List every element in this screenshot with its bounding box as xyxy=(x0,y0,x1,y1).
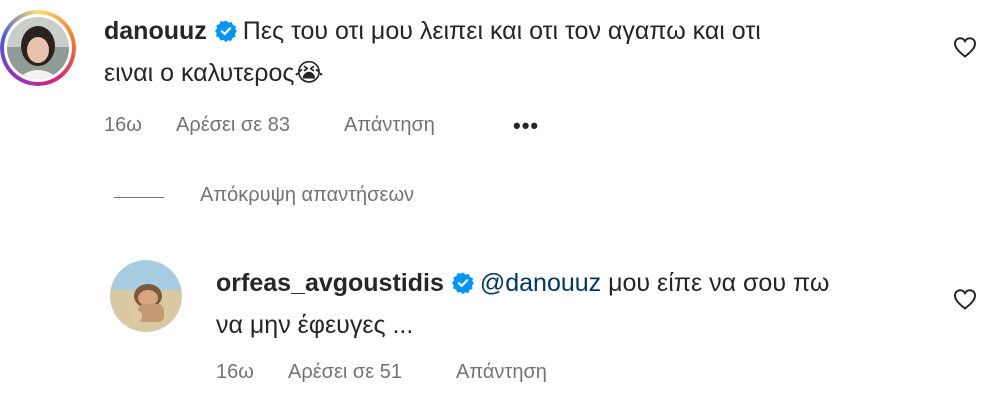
reply-button[interactable]: Απάντηση xyxy=(344,114,435,137)
crying-emoji: 😭 xyxy=(294,59,324,87)
reply-meta: 16ω Αρέσει σε 51 Απάντηση xyxy=(216,361,616,387)
mention-link[interactable]: @danouuz xyxy=(480,269,601,297)
heart-outline-icon[interactable] xyxy=(953,288,977,310)
comment-text-line1: danouuz Πες του οτι μου λειπει και οτι το… xyxy=(104,14,761,48)
comment-username[interactable]: danouuz xyxy=(104,17,207,45)
reply-avatar[interactable] xyxy=(110,260,182,332)
reply-text: μου είπε να σου πω xyxy=(601,269,830,297)
comment-text-line2: ειναι ο καλυτερος😭 xyxy=(104,56,324,90)
avatar-photo xyxy=(7,17,69,79)
reply-reply-button[interactable]: Απάντηση xyxy=(456,361,547,384)
divider-line xyxy=(114,197,164,198)
comment-meta: 16ω Αρέσει σε 83 Απάντηση xyxy=(104,114,504,140)
hide-replies-label: Απόκρυψη απαντήσεων xyxy=(200,184,415,206)
reply-orfeas: orfeas_avgoustidis @danouuz μου είπε να σ… xyxy=(0,250,999,402)
comment-danouuz: danouuz Πες του οτι μου λειπει και οτι το… xyxy=(0,0,999,160)
comment-text-continued: ειναι ο καλυτερος xyxy=(104,59,295,87)
reply-text-line2: να μην έφευγες ... xyxy=(216,308,413,342)
heart-outline-icon[interactable] xyxy=(953,36,977,58)
verified-badge-icon xyxy=(214,20,237,42)
avatar-image xyxy=(7,17,69,79)
verified-badge-icon xyxy=(451,272,474,294)
reply-avatar-photo xyxy=(110,260,182,332)
reply-text-continued: να μην έφευγες ... xyxy=(216,311,414,339)
comment-time: 16ω xyxy=(104,114,142,136)
reply-time: 16ω xyxy=(216,361,254,383)
likes-count-button[interactable]: Αρέσει σε 83 xyxy=(176,114,290,137)
comment-text: Πες του οτι μου λειπει και οτι τον αγαπω… xyxy=(242,17,761,45)
more-options-button[interactable]: ••• xyxy=(513,113,539,139)
reply-username[interactable]: orfeas_avgoustidis xyxy=(216,269,444,297)
avatar[interactable] xyxy=(0,10,76,86)
reply-likes-count-button[interactable]: Αρέσει σε 51 xyxy=(288,361,402,384)
reply-text-line1: orfeas_avgoustidis @danouuz μου είπε να σ… xyxy=(216,266,829,300)
